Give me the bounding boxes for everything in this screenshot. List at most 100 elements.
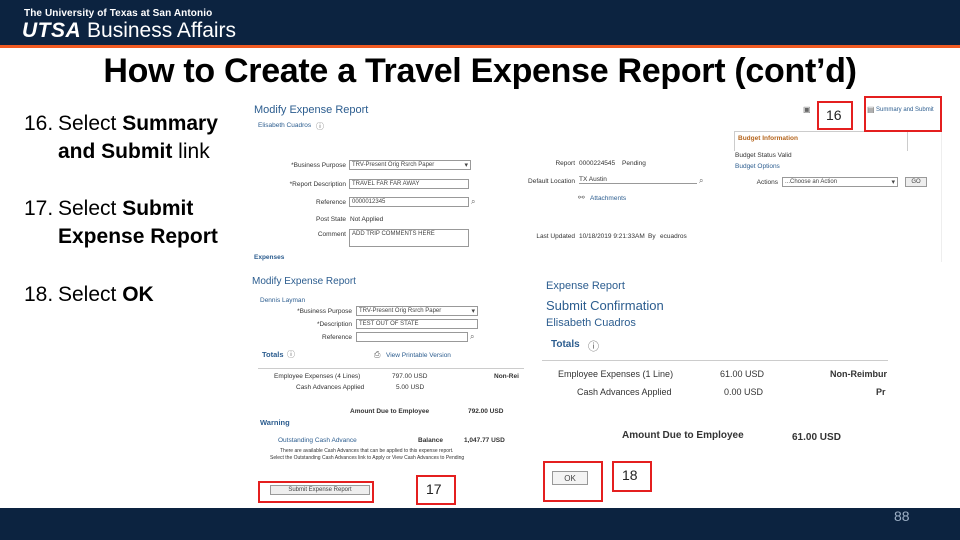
post-state-value: Not Applied — [350, 216, 384, 223]
help-icon[interactable]: ⓘ — [287, 349, 295, 360]
step-number: 17. — [24, 197, 54, 220]
amount-due-value: 61.00 USD — [792, 432, 841, 443]
user-name: Elisabeth Cuadros — [258, 122, 312, 129]
step-text: Select — [58, 283, 123, 306]
business-purpose-label: *Business Purpose — [291, 162, 346, 169]
reference-input[interactable] — [356, 332, 468, 342]
balance-value: 1,047.77 USD — [464, 437, 505, 444]
callout-18-number: 18 — [622, 467, 638, 483]
default-location-input[interactable]: TX Austin — [579, 176, 697, 184]
step-number: 16. — [24, 112, 54, 135]
callout-summary-submit-box — [864, 96, 942, 132]
post-state-label: Post State — [316, 216, 346, 223]
help-icon[interactable]: ⓘ — [588, 338, 599, 354]
reference-input[interactable]: 0000012345 — [349, 197, 469, 207]
business-purpose-select[interactable]: TRV-Present Orig Rsrch Paper — [349, 160, 471, 170]
report-status: Pending — [622, 160, 646, 167]
lookup-icon[interactable]: ⌕ — [471, 197, 475, 207]
go-button[interactable]: GO — [905, 177, 927, 187]
page-number: 88 — [894, 508, 910, 524]
warning-text-2: Select the Outstanding Cash Advances lin… — [270, 455, 465, 461]
by-label: By — [648, 233, 656, 240]
actions-label: Actions — [756, 179, 778, 186]
expenses-section-label: Expenses — [254, 254, 285, 261]
view-printable-version-link[interactable]: View Printable Version — [386, 352, 451, 359]
pr-label: Pr — [876, 387, 886, 397]
user-name: Dennis Layman — [260, 297, 306, 304]
confirmation-title-line2: Submit Confirmation — [546, 298, 664, 313]
step-bold-text: OK — [122, 283, 154, 306]
budget-information-box: Budget Information — [734, 131, 908, 151]
amount-due-value: 792.00 USD — [468, 408, 504, 415]
confirmation-title-line1: Expense Report — [546, 280, 625, 292]
university-name: The University of Texas at San Antonio — [24, 8, 213, 19]
description-label: *Description — [316, 321, 352, 328]
step-text: Select — [58, 112, 123, 135]
step-bold-text: Submit — [122, 197, 194, 220]
step-text: Select — [58, 197, 123, 220]
reference-label: Reference — [316, 199, 346, 206]
comment-label: Comment — [317, 231, 346, 238]
outstanding-cash-advance-link[interactable]: Outstanding Cash Advance — [278, 437, 357, 444]
cash-advances-value: 5.00 USD — [396, 384, 425, 391]
header-orange-stripe — [0, 45, 960, 48]
business-purpose-select[interactable]: TRV-Present Orig Rsrch Paper — [356, 306, 478, 316]
business-purpose-label: *Business Purpose — [297, 308, 352, 315]
help-icon[interactable]: ⓘ — [316, 121, 324, 132]
default-location-label: Default Location — [528, 178, 575, 185]
report-id: 0000224545 — [579, 160, 616, 167]
step-number: 18. — [24, 283, 54, 306]
comment-textarea[interactable]: ADD TRIP COMMENTS HERE — [349, 229, 469, 247]
actions-select[interactable]: ...Choose an Action — [782, 177, 898, 187]
report-description-label: *Report Description — [289, 181, 346, 188]
brand-logo-utsa: UTSA — [22, 19, 82, 42]
callout-ok-button-box — [543, 461, 603, 502]
totals-heading: Totals — [262, 350, 284, 359]
amount-due-label: Amount Due to Employee — [350, 408, 430, 415]
callout-17-number: 17 — [426, 481, 442, 497]
lookup-icon[interactable]: ⌕ — [470, 332, 474, 342]
cash-advances-label: Cash Advances Applied — [296, 384, 365, 391]
lookup-icon[interactable]: ⌕ — [699, 176, 703, 186]
totals-table: Employee Expenses (4 Lines) 797.00 USD N… — [258, 368, 524, 398]
step-text: link — [172, 140, 210, 163]
user-name: Elisabeth Cuadros — [546, 317, 636, 329]
last-updated-value: 10/18/2019 9:21:33AM — [579, 233, 645, 240]
step-17: 17. Select Submit Expense Report — [24, 195, 218, 251]
footer-bar: 88 — [0, 508, 960, 540]
non-reimbursable-label: Non-Reimbur — [830, 369, 887, 379]
report-description-input[interactable]: TRAVEL FAR FAR AWAY — [349, 179, 469, 189]
slide: The University of Texas at San Antonio U… — [0, 0, 960, 540]
attachment-icon[interactable]: ⚯ — [578, 193, 585, 202]
brand-logo-text: Business Affairs — [87, 19, 237, 42]
cash-advances-label: Cash Advances Applied — [577, 387, 672, 397]
step-bold-text: and Submit — [58, 140, 173, 163]
panel-title: Modify Expense Report — [254, 104, 369, 116]
callout-16-number: 16 — [826, 107, 842, 123]
employee-expenses-label: Employee Expenses (4 Lines) — [274, 373, 361, 380]
step-16: 16. Select Summary and Submit link — [24, 110, 218, 166]
budget-status: Budget Status Valid — [735, 152, 792, 159]
attachments-link[interactable]: Attachments — [590, 195, 626, 202]
budget-options-link[interactable]: Budget Options — [735, 163, 780, 170]
reference-label: Reference — [322, 334, 352, 341]
header-bar: The University of Texas at San Antonio U… — [0, 0, 960, 48]
non-reimbursable-label: Non-Rei — [494, 373, 519, 380]
printer-icon[interactable]: ⎙ — [374, 350, 380, 360]
callout-submit-button-box — [258, 481, 374, 503]
balance-label: Balance — [418, 437, 443, 444]
warning-text-1: There are available Cash Advances that c… — [280, 448, 454, 454]
totals-table: Employee Expenses (1 Line) 61.00 USD Non… — [542, 360, 888, 400]
employee-expenses-value: 797.00 USD — [392, 373, 428, 380]
description-input[interactable]: TEST OUT OF STATE — [356, 319, 478, 329]
save-icon[interactable]: ▣ — [803, 105, 811, 114]
by-value: ecuadros — [660, 233, 687, 240]
last-updated-label: Last Updated — [536, 233, 575, 240]
slide-title: How to Create a Travel Expense Report (c… — [103, 52, 857, 90]
warning-heading: Warning — [260, 418, 290, 427]
budget-info-title: Budget Information — [738, 135, 798, 142]
screenshot-modify-expense-report-totals: Modify Expense Report Dennis Layman *Bus… — [250, 272, 524, 505]
step-bold-text: Summary — [122, 112, 218, 135]
employee-expenses-label: Employee Expenses (1 Line) — [558, 369, 674, 379]
totals-heading: Totals — [551, 339, 580, 350]
